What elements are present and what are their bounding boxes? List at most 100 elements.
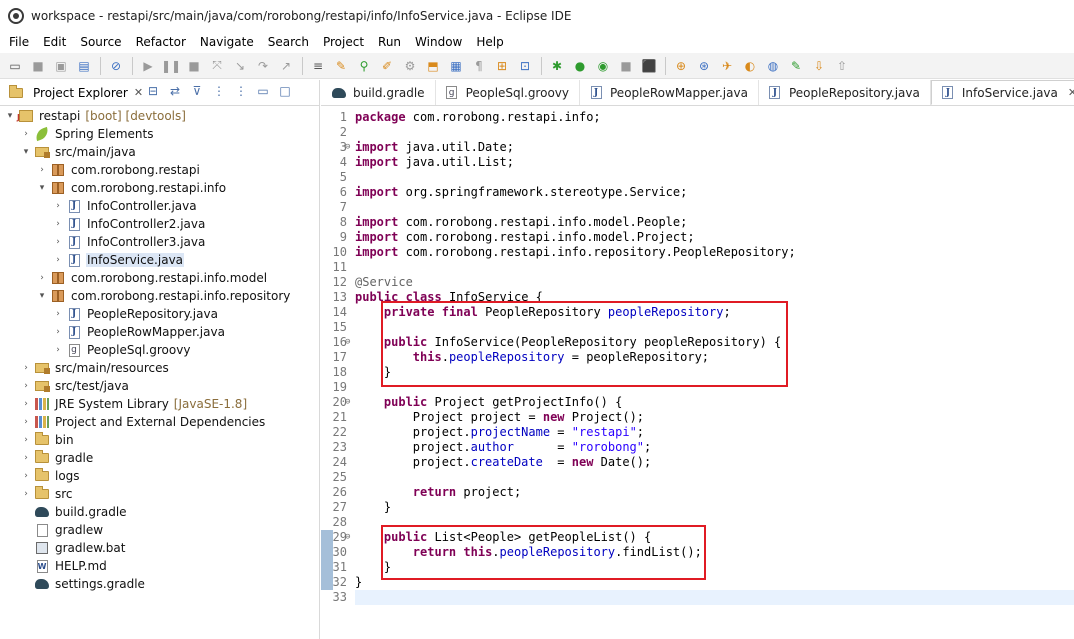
menu-project[interactable]: Project — [316, 35, 371, 49]
expand-arrow-icon[interactable]: › — [20, 129, 32, 139]
code-line[interactable]: 13 public class InfoService { — [333, 290, 1074, 305]
fold-toggle-icon[interactable]: ⊖ — [345, 530, 354, 545]
expand-arrow-icon[interactable]: › — [20, 489, 32, 499]
code-line[interactable]: 21 Project project = new Project(); — [333, 410, 1074, 425]
edit-icon[interactable]: ✐ — [378, 57, 396, 75]
code-line[interactable]: 28 — [333, 515, 1074, 530]
expand-arrow-icon[interactable]: › — [52, 345, 64, 355]
expand-arrow-icon[interactable]: › — [20, 453, 32, 463]
tree-item[interactable]: › src/test/java — [0, 377, 320, 395]
tree-item[interactable]: › src — [0, 485, 320, 503]
expand-arrow-icon[interactable]: › — [20, 471, 32, 481]
tree-item[interactable]: › gradle — [0, 449, 320, 467]
expand-arrow-icon[interactable]: › — [52, 309, 64, 319]
code-line[interactable]: 20 ⊖ public Project getProjectInfo() { — [333, 395, 1074, 410]
tree-item[interactable]: ▾ src/main/java — [0, 143, 320, 161]
code-line[interactable]: 22 project. projectName = "restapi"; — [333, 425, 1074, 440]
code-line[interactable]: 23 project. author = "rorobong"; — [333, 440, 1074, 455]
code-line[interactable]: 11 — [333, 260, 1074, 275]
disconnect-icon[interactable]: ⤧ — [208, 57, 226, 75]
expand-arrow-icon[interactable]: › — [20, 417, 32, 427]
save-icon[interactable]: ■ — [29, 57, 47, 75]
menu-window[interactable]: Window — [408, 35, 469, 49]
code-line[interactable]: 24 project. createDate = new Date(); — [333, 455, 1074, 470]
code-line[interactable]: 26 return project; — [333, 485, 1074, 500]
tree-item[interactable]: build.gradle — [0, 503, 320, 521]
web-browser-icon[interactable]: ◍ — [764, 57, 782, 75]
expand-arrow-icon[interactable]: › — [52, 255, 64, 265]
code-line[interactable]: 33 — [333, 590, 1074, 605]
open-console-icon[interactable]: ◐ — [741, 57, 759, 75]
code-line[interactable]: 25 — [333, 470, 1074, 485]
code-line[interactable]: 4 import java.util.List; — [340, 155, 1074, 170]
menu-run[interactable]: Run — [371, 35, 408, 49]
code-line[interactable]: 7 — [340, 200, 1074, 215]
tree-item[interactable]: ▾ com.rorobong.restapi.info.repository — [0, 287, 320, 305]
menu-source[interactable]: Source — [73, 35, 128, 49]
code-line[interactable]: 29 ⊖ public List<People> getPeopleList() … — [333, 530, 1074, 545]
link-with-editor-icon[interactable]: ⇄ — [164, 84, 186, 98]
collapse-arrow-icon[interactable]: ▾ — [36, 183, 48, 193]
debug-icon[interactable]: ✱ — [548, 57, 566, 75]
collapse-arrow-icon[interactable]: ▾ — [20, 147, 32, 157]
code-line[interactable]: 31 } — [333, 560, 1074, 575]
show-whitespace-icon[interactable]: ¶ — [470, 57, 488, 75]
code-line[interactable]: 17 this. peopleRepository = peopleReposit… — [333, 350, 1074, 365]
close-icon[interactable]: ✕ — [1068, 86, 1074, 99]
expand-arrow-icon[interactable]: › — [52, 219, 64, 229]
toggle-mark-occurrences-icon[interactable]: ✎ — [332, 57, 350, 75]
editor-tab[interactable]: build.gradle — [323, 80, 436, 105]
save-all-icon[interactable]: ▣ — [52, 57, 70, 75]
menu-help[interactable]: Help — [469, 35, 510, 49]
menu-edit[interactable]: Edit — [36, 35, 73, 49]
code-line[interactable]: 5 — [340, 170, 1074, 185]
code-area[interactable]: 1 package com.rorobong.restapi.info; 2 3 ⊖ im… — [333, 110, 1074, 639]
run-icon[interactable]: ● — [571, 57, 589, 75]
external-run-icon[interactable]: ⬛ — [640, 57, 658, 75]
open-perspective-icon[interactable]: ✈ — [718, 57, 736, 75]
tree-item[interactable]: › Spring Elements — [0, 125, 320, 143]
menu-file[interactable]: File — [2, 35, 36, 49]
code-line[interactable]: 19 — [333, 380, 1074, 395]
expand-arrow-icon[interactable]: › — [52, 201, 64, 211]
fold-toggle-icon[interactable]: ⊖ — [345, 140, 354, 155]
fold-toggle-icon[interactable]: ⊖ — [345, 395, 354, 410]
tree-item[interactable]: › J PeopleRowMapper.java — [0, 323, 320, 341]
new-icon[interactable]: ▭ — [6, 57, 24, 75]
tree-item[interactable]: › Project and External Dependencies — [0, 413, 320, 431]
expand-arrow-icon[interactable]: › — [36, 165, 48, 175]
menu-refactor[interactable]: Refactor — [129, 35, 193, 49]
tree-item[interactable]: › JRE System Library [JavaSE-1.8] — [0, 395, 320, 413]
resume-icon[interactable]: ▶ — [139, 57, 157, 75]
tree-item[interactable]: ▾ com.rorobong.restapi.info — [0, 179, 320, 197]
tree-item[interactable]: › g PeopleSql.groovy — [0, 341, 320, 359]
editor-tab[interactable]: g PeopleSql.groovy — [436, 80, 580, 105]
editor-tab[interactable]: J InfoService.java ✕ — [930, 80, 1074, 105]
minimize-icon[interactable]: ▭ — [252, 84, 274, 98]
editor-tab[interactable]: J PeopleRowMapper.java — [580, 80, 759, 105]
code-line[interactable]: 14 private final PeopleRepository people… — [333, 305, 1074, 320]
tree-item[interactable]: › bin — [0, 431, 320, 449]
tree-item[interactable]: › logs — [0, 467, 320, 485]
open-resource-icon[interactable]: ▦ — [447, 57, 465, 75]
tree-item[interactable]: › J InfoController.java — [0, 197, 320, 215]
expand-arrow-icon[interactable]: › — [20, 363, 32, 373]
toggle-breadcrumb-icon[interactable]: ≡ — [309, 57, 327, 75]
code-line[interactable]: 12 @Service — [333, 275, 1074, 290]
editor-tab[interactable]: J PeopleRepository.java — [759, 80, 931, 105]
maximize-icon[interactable]: □ — [274, 84, 296, 98]
tree-item[interactable]: gradlew.bat — [0, 539, 320, 557]
expand-arrow-icon[interactable]: › — [20, 381, 32, 391]
tree-item[interactable]: › J PeopleRepository.java — [0, 305, 320, 323]
expand-arrow-icon[interactable]: › — [36, 273, 48, 283]
collapse-all-icon[interactable]: ⊟ — [142, 84, 164, 98]
expand-arrow-icon[interactable]: › — [20, 399, 32, 409]
task-icon[interactable]: ⚙ — [401, 57, 419, 75]
expand-arrow-icon[interactable]: › — [20, 435, 32, 445]
view-menu-icon[interactable]: ⋮ — [230, 84, 252, 98]
tree-item[interactable]: › src/main/resources — [0, 359, 320, 377]
tree-item[interactable]: ▾ restapi [boot] [devtools] — [0, 107, 320, 125]
fold-toggle-icon[interactable]: ⊖ — [345, 335, 354, 350]
previous-annotation-icon[interactable]: ⇧ — [833, 57, 851, 75]
stop-icon[interactable]: ■ — [617, 57, 635, 75]
